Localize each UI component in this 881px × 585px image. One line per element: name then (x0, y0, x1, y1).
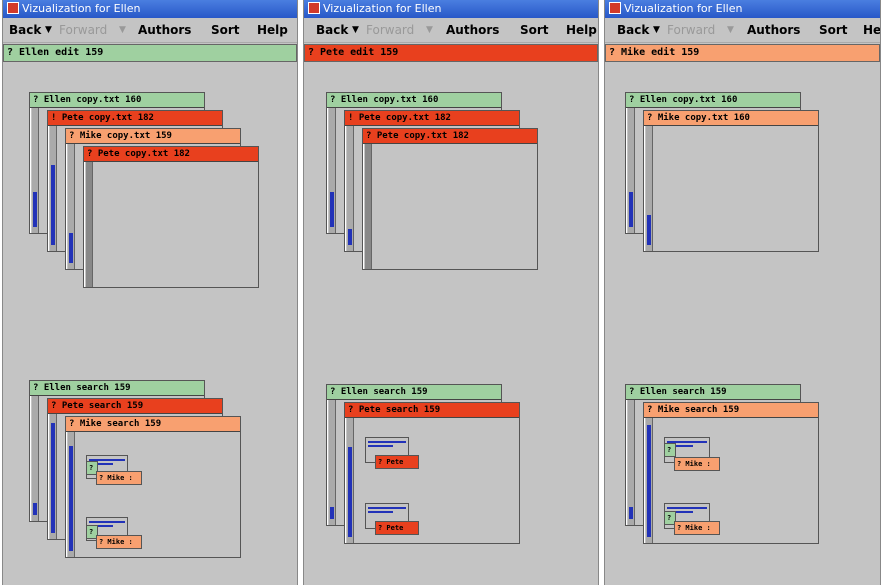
doc-frame-label[interactable]: ? Ellen copy.txt 160 (327, 93, 501, 108)
search-frame-label[interactable]: ? Pete search 159 (345, 403, 519, 418)
forward-button[interactable]: Forward (667, 23, 715, 37)
back-button[interactable]: Back (9, 23, 41, 37)
search-frame[interactable]: ? Pete search 159 ? Pete ? Pete (344, 402, 520, 544)
activity-bar (32, 108, 39, 233)
doc-frame[interactable]: ? Mike copy.txt 160 (643, 110, 819, 252)
doc-frame-label[interactable]: ? Mike copy.txt 160 (644, 111, 818, 126)
activity-bar (68, 432, 75, 557)
doc-frame[interactable]: ? Pete copy.txt 182 (83, 146, 259, 288)
nested-chip[interactable]: ? Mike : (96, 535, 142, 549)
doc-frame-label[interactable]: ? Pete copy.txt 182 (84, 147, 258, 162)
menu-bar: Back ▼ Forward ▼ Authors Sort Help (3, 18, 297, 43)
activity-bar (329, 108, 336, 233)
search-frame-label[interactable]: ? Mike search 159 (66, 417, 240, 432)
activity-bar (50, 126, 57, 251)
app-icon (609, 2, 621, 14)
activity-bar (32, 396, 39, 521)
search-frame-label[interactable]: ? Ellen search 159 (30, 381, 204, 396)
activity-bar (628, 400, 635, 525)
activity-bar (329, 400, 336, 525)
title-bar: Vizualization for Ellen (3, 0, 297, 18)
window-title: Vizualization for Ellen (22, 2, 141, 15)
search-frame-label[interactable]: ? Ellen search 159 (327, 385, 501, 400)
nested-chip[interactable]: ? Mike : (96, 471, 142, 485)
forward-dropdown-icon[interactable]: ▼ (426, 25, 433, 35)
back-button[interactable]: Back (316, 23, 348, 37)
search-frame-label[interactable]: ? Mike search 159 (644, 403, 818, 418)
sort-menu[interactable]: Sort (819, 23, 848, 37)
doc-frame[interactable]: ? Pete copy.txt 182 (362, 128, 538, 270)
activity-bar (646, 126, 653, 251)
search-frame-label[interactable]: ? Ellen search 159 (626, 385, 800, 400)
title-bar: Vizualization for Ellen (304, 0, 598, 18)
title-bar: Vizualization for Ellen (605, 0, 880, 18)
doc-frame-label[interactable]: ? Ellen copy.txt 160 (30, 93, 204, 108)
activity-bar (365, 144, 372, 269)
help-menu[interactable]: Help (863, 23, 880, 37)
forward-dropdown-icon[interactable]: ▼ (727, 25, 734, 35)
nested-chip[interactable]: ? Mike : (674, 457, 720, 471)
activity-bar (347, 126, 354, 251)
app-icon (7, 2, 19, 14)
window-pete: Vizualization for Ellen Back ▼ Forward ▼… (303, 0, 599, 585)
window-title: Vizualization for Ellen (624, 2, 743, 15)
doc-frame-label[interactable]: ? Pete copy.txt 182 (363, 129, 537, 144)
authors-menu[interactable]: Authors (446, 23, 499, 37)
doc-frame-label[interactable]: ! Pete copy.txt 182 (345, 111, 519, 126)
activity-bar (347, 418, 354, 543)
nested-chip[interactable]: ? Pete (375, 521, 419, 535)
nested-chip[interactable]: ? Pete (375, 455, 419, 469)
sort-menu[interactable]: Sort (211, 23, 240, 37)
app-icon (308, 2, 320, 14)
back-button[interactable]: Back (617, 23, 649, 37)
menu-bar: Back ▼ Forward ▼ Authors Sort Help (304, 18, 598, 43)
doc-frame-label[interactable]: ? Mike copy.txt 159 (66, 129, 240, 144)
authors-menu[interactable]: Authors (138, 23, 191, 37)
nested-chip[interactable]: ? (664, 443, 676, 457)
window-title: Vizualization for Ellen (323, 2, 442, 15)
search-frame-label[interactable]: ? Pete search 159 (48, 399, 222, 414)
authors-menu[interactable]: Authors (747, 23, 800, 37)
back-dropdown-icon[interactable]: ▼ (352, 25, 359, 35)
sort-menu[interactable]: Sort (520, 23, 549, 37)
activity-bar (646, 418, 653, 543)
help-menu[interactable]: Help (566, 23, 597, 37)
help-menu[interactable]: Help (257, 23, 288, 37)
back-dropdown-icon[interactable]: ▼ (653, 25, 660, 35)
activity-bar (68, 144, 75, 269)
current-event-header[interactable]: ? Ellen edit 159 (3, 44, 297, 62)
activity-bar (628, 108, 635, 233)
search-frame[interactable]: ? Mike search 159 ? ? Mike : ? ? Mike : (65, 416, 241, 558)
activity-bar (86, 162, 93, 287)
forward-button[interactable]: Forward (366, 23, 414, 37)
window-mike: Vizualization for Ellen Back ▼ Forward ▼… (604, 0, 881, 585)
activity-bar (50, 414, 57, 539)
current-event-header[interactable]: ? Pete edit 159 (304, 44, 598, 62)
current-event-header[interactable]: ? Mike edit 159 (605, 44, 880, 62)
back-dropdown-icon[interactable]: ▼ (45, 25, 52, 35)
nested-chip[interactable]: ? Mike : (674, 521, 720, 535)
doc-frame-label[interactable]: ? Ellen copy.txt 160 (626, 93, 800, 108)
doc-frame-label[interactable]: ! Pete copy.txt 182 (48, 111, 222, 126)
window-ellen: Vizualization for Ellen Back ▼ Forward ▼… (2, 0, 298, 585)
search-frame[interactable]: ? Mike search 159 ? ? Mike : ? ? Mike : (643, 402, 819, 544)
forward-dropdown-icon[interactable]: ▼ (119, 25, 126, 35)
forward-button[interactable]: Forward (59, 23, 107, 37)
menu-bar: Back ▼ Forward ▼ Authors Sort Help (605, 18, 880, 43)
